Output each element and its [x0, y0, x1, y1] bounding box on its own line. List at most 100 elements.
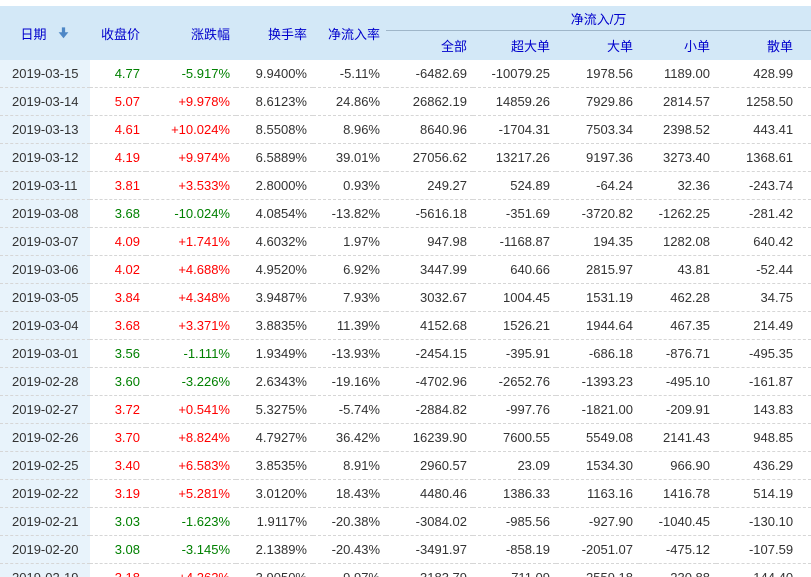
- small-cell: -230.88: [639, 564, 716, 577]
- date-cell: 2019-02-28: [0, 368, 90, 396]
- close-cell: 3.40: [90, 452, 146, 480]
- small-cell: 1416.78: [639, 480, 716, 508]
- all-cell: 4152.68: [386, 312, 473, 340]
- retail-cell: 514.19: [716, 480, 811, 508]
- table-row: 2019-02-283.60-3.226%2.6343%-19.16%-4702…: [0, 368, 811, 396]
- close-cell: 4.19: [90, 144, 146, 172]
- all-cell: 8640.96: [386, 116, 473, 144]
- close-cell: 3.84: [90, 284, 146, 312]
- close-cell: 3.19: [90, 480, 146, 508]
- small-cell: 462.28: [639, 284, 716, 312]
- turnover-cell: 5.3275%: [236, 396, 313, 424]
- super-large-cell: 1004.45: [473, 284, 556, 312]
- large-cell: 5549.08: [556, 424, 639, 452]
- turnover-cell: 3.8535%: [236, 452, 313, 480]
- column-header-date[interactable]: 日期: [0, 6, 90, 60]
- change-cell: +6.583%: [146, 452, 236, 480]
- column-header-inflow-large: 大单: [556, 31, 639, 61]
- close-cell: 5.07: [90, 88, 146, 116]
- retail-cell: -130.10: [716, 508, 811, 536]
- turnover-cell: 2.8000%: [236, 172, 313, 200]
- turnover-cell: 1.9117%: [236, 508, 313, 536]
- large-cell: -927.90: [556, 508, 639, 536]
- column-header-close: 收盘价: [90, 6, 146, 60]
- turnover-cell: 3.9487%: [236, 284, 313, 312]
- retail-cell: 214.49: [716, 312, 811, 340]
- turnover-cell: 1.9349%: [236, 340, 313, 368]
- large-cell: 1978.56: [556, 60, 639, 88]
- change-cell: +3.533%: [146, 172, 236, 200]
- retail-cell: 143.83: [716, 396, 811, 424]
- all-cell: 3032.67: [386, 284, 473, 312]
- date-cell: 2019-03-12: [0, 144, 90, 172]
- table-row: 2019-02-223.19+5.281%3.0120%18.43%4480.4…: [0, 480, 811, 508]
- all-cell: -2454.15: [386, 340, 473, 368]
- turnover-cell: 4.9520%: [236, 256, 313, 284]
- inflow-rate-cell: 8.96%: [313, 116, 386, 144]
- change-cell: -5.917%: [146, 60, 236, 88]
- date-cell: 2019-03-06: [0, 256, 90, 284]
- change-cell: +4.688%: [146, 256, 236, 284]
- money-flow-table: 日期 收盘价 涨跌幅 换手率 净流入率 净流入/万 全部 超大单: [0, 6, 811, 577]
- table-row: 2019-02-253.40+6.583%3.8535%8.91%2960.57…: [0, 452, 811, 480]
- super-large-cell: 14859.26: [473, 88, 556, 116]
- small-cell: -495.10: [639, 368, 716, 396]
- retail-cell: -281.42: [716, 200, 811, 228]
- turnover-cell: 6.5889%: [236, 144, 313, 172]
- large-cell: 9197.36: [556, 144, 639, 172]
- inflow-rate-cell: 18.43%: [313, 480, 386, 508]
- close-cell: 3.68: [90, 312, 146, 340]
- inflow-rate-cell: -20.38%: [313, 508, 386, 536]
- all-cell: 2960.57: [386, 452, 473, 480]
- large-cell: 1534.30: [556, 452, 639, 480]
- retail-cell: 436.29: [716, 452, 811, 480]
- super-large-cell: 711.09: [473, 564, 556, 577]
- table-row: 2019-03-154.77-5.917%9.9400%-5.11%-6482.…: [0, 60, 811, 88]
- table-row: 2019-02-273.72+0.541%5.3275%-5.74%-2884.…: [0, 396, 811, 424]
- table-row: 2019-03-013.56-1.111%1.9349%-13.93%-2454…: [0, 340, 811, 368]
- close-cell: 3.68: [90, 200, 146, 228]
- inflow-rate-cell: 7.93%: [313, 284, 386, 312]
- small-cell: 2814.57: [639, 88, 716, 116]
- super-large-cell: 1386.33: [473, 480, 556, 508]
- date-cell: 2019-02-19: [0, 564, 90, 577]
- table-row: 2019-02-263.70+8.824%4.7927%36.42%16239.…: [0, 424, 811, 452]
- column-header-inflow-group: 净流入/万: [386, 6, 811, 31]
- close-cell: 3.70: [90, 424, 146, 452]
- sort-descending-icon[interactable]: [57, 27, 70, 39]
- date-cell: 2019-03-15: [0, 60, 90, 88]
- date-cell: 2019-03-13: [0, 116, 90, 144]
- change-cell: +9.974%: [146, 144, 236, 172]
- large-cell: -1821.00: [556, 396, 639, 424]
- all-cell: -6482.69: [386, 60, 473, 88]
- table-row: 2019-03-124.19+9.974%6.5889%39.01%27056.…: [0, 144, 811, 172]
- date-cell: 2019-02-20: [0, 536, 90, 564]
- table-row: 2019-03-053.84+4.348%3.9487%7.93%3032.67…: [0, 284, 811, 312]
- change-cell: +8.824%: [146, 424, 236, 452]
- inflow-rate-cell: 36.42%: [313, 424, 386, 452]
- small-cell: 2398.52: [639, 116, 716, 144]
- super-large-cell: -985.56: [473, 508, 556, 536]
- all-cell: 3447.99: [386, 256, 473, 284]
- change-cell: +5.281%: [146, 480, 236, 508]
- turnover-cell: 8.6123%: [236, 88, 313, 116]
- super-large-cell: -1704.31: [473, 116, 556, 144]
- column-header-inflow-retail: 散单: [716, 31, 811, 61]
- retail-cell: -243.74: [716, 172, 811, 200]
- inflow-rate-cell: -13.82%: [313, 200, 386, 228]
- small-cell: 2141.43: [639, 424, 716, 452]
- retail-cell: 640.42: [716, 228, 811, 256]
- all-cell: -2884.82: [386, 396, 473, 424]
- close-cell: 3.56: [90, 340, 146, 368]
- large-cell: 7503.34: [556, 116, 639, 144]
- money-flow-panel: 日期 收盘价 涨跌幅 换手率 净流入率 净流入/万 全部 超大单: [0, 0, 811, 577]
- change-cell: +9.978%: [146, 88, 236, 116]
- table-header: 日期 收盘价 涨跌幅 换手率 净流入率 净流入/万 全部 超大单: [0, 6, 811, 60]
- small-cell: 467.35: [639, 312, 716, 340]
- inflow-rate-cell: 9.97%: [313, 564, 386, 577]
- date-cell: 2019-03-01: [0, 340, 90, 368]
- table-row: 2019-03-074.09+1.741%4.6032%1.97%947.98-…: [0, 228, 811, 256]
- small-cell: 966.90: [639, 452, 716, 480]
- table-row: 2019-03-134.61+10.024%8.5508%8.96%8640.9…: [0, 116, 811, 144]
- super-large-cell: 7600.55: [473, 424, 556, 452]
